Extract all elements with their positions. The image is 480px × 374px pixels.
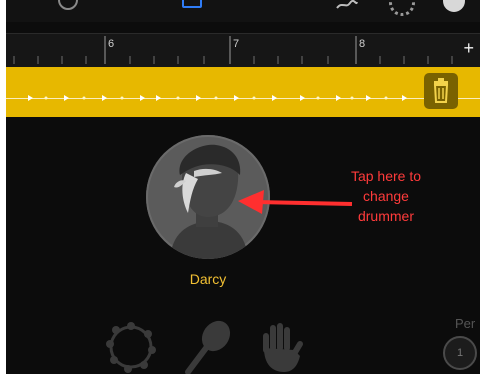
top-toolbar bbox=[6, 0, 480, 22]
ruler-ticks bbox=[13, 36, 453, 64]
circle-icon[interactable] bbox=[58, 0, 78, 10]
drummer-editor-screen: 6 7 8 + Darcy Tap here to change drummer… bbox=[6, 0, 480, 374]
user-icon[interactable] bbox=[443, 0, 465, 12]
drummer-name-label: Darcy bbox=[189, 271, 227, 287]
percussion-knob[interactable]: 1 bbox=[443, 336, 477, 370]
gear-icon[interactable] bbox=[389, 0, 415, 16]
pen-icon[interactable] bbox=[336, 0, 358, 10]
drummer-region[interactable] bbox=[6, 67, 480, 117]
beat-markers bbox=[28, 95, 407, 101]
trash-icon bbox=[433, 78, 449, 103]
maraca-icon[interactable] bbox=[178, 318, 234, 374]
bar-number-8: 8 bbox=[359, 38, 366, 50]
annotation-line: Tap here to bbox=[350, 168, 422, 184]
annotation-arrow-icon bbox=[238, 190, 353, 214]
percussion-label: Per bbox=[455, 316, 476, 331]
bar-number-6: 6 bbox=[108, 38, 115, 50]
delete-region-button[interactable] bbox=[424, 73, 458, 109]
loop-icon[interactable] bbox=[182, 0, 202, 8]
hand-clap-icon[interactable] bbox=[256, 320, 306, 374]
bar-number-7: 7 bbox=[233, 38, 240, 50]
timeline-ruler[interactable]: 6 7 8 + bbox=[6, 33, 480, 68]
tambourine-icon[interactable] bbox=[104, 320, 158, 374]
add-track-button[interactable]: + bbox=[463, 39, 474, 57]
